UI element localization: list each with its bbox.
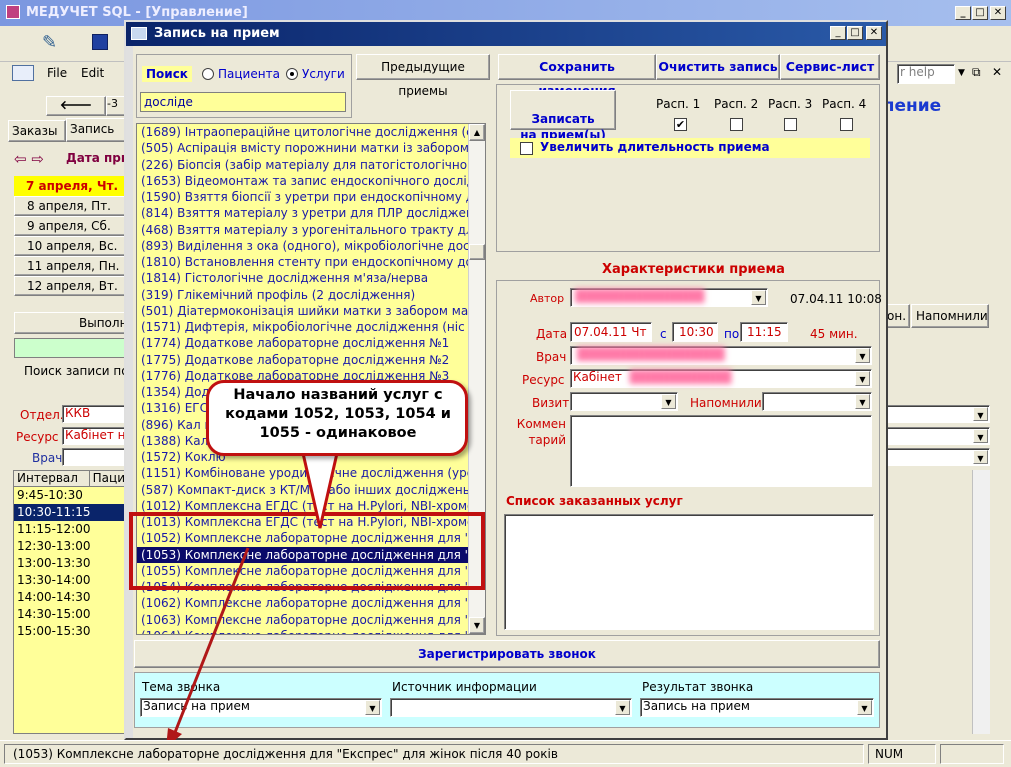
- status-text: (1053) Комплексне лабораторне дослідженн…: [13, 747, 558, 761]
- status-panel-empty: [940, 744, 1004, 764]
- status-text-panel: (1053) Комплексне лабораторне дослідженн…: [4, 744, 864, 764]
- status-num-panel: NUM: [868, 744, 936, 764]
- callout-text: Начало названий услуг с кодами 1052, 105…: [225, 387, 451, 441]
- status-bar: (1053) Комплексне лабораторне дослідженн…: [0, 740, 1011, 767]
- status-num: NUM: [875, 747, 904, 761]
- callout-tail: [166, 438, 342, 748]
